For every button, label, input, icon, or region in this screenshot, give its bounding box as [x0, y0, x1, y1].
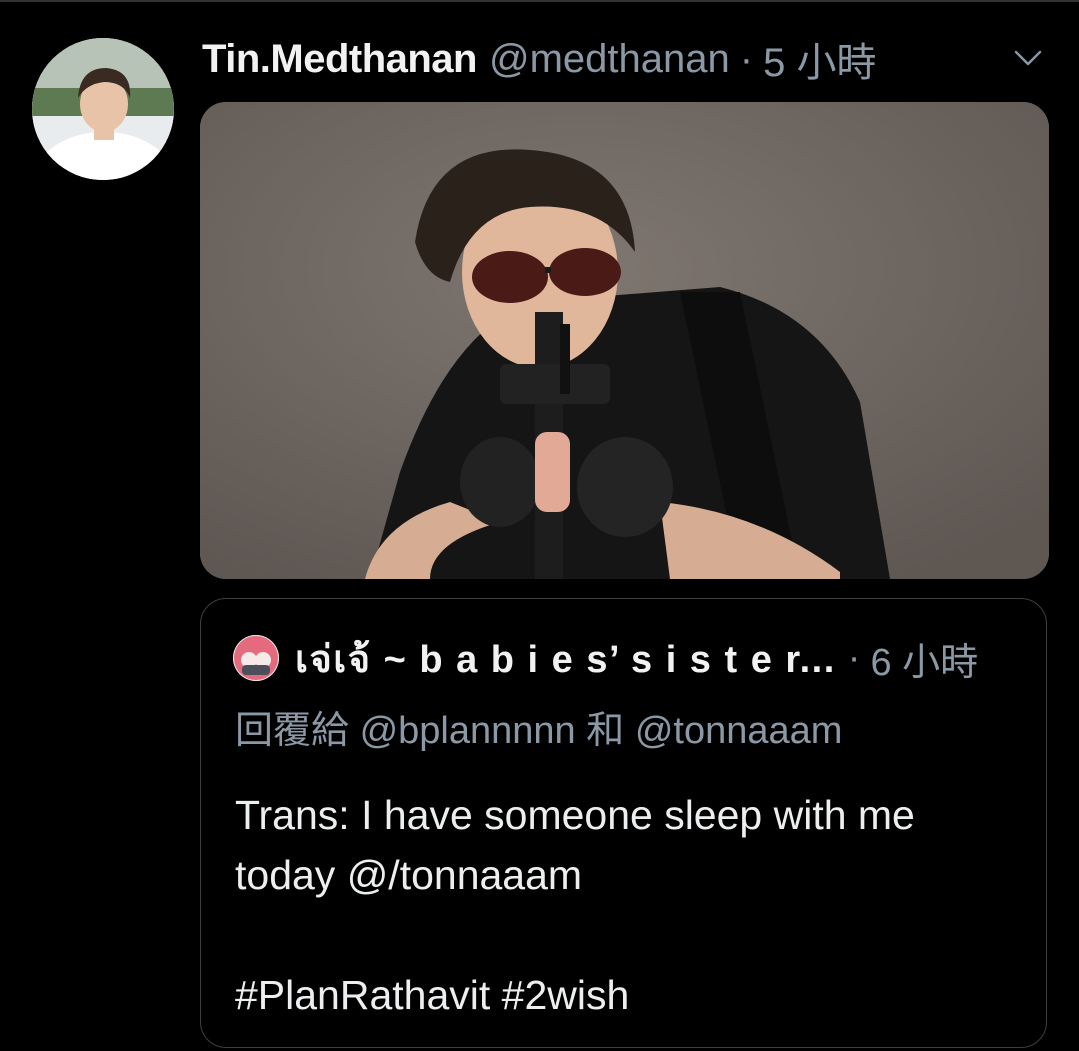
tweet-menu-button[interactable] [1008, 40, 1048, 76]
top-divider [0, 0, 1079, 2]
quoted-author-display-name[interactable]: เจ่เจ้ ~ b a b i e s’ s i s t e r... [295, 628, 836, 689]
tweet-timestamp[interactable]: 5 小時 [763, 30, 876, 88]
tweet-header: Tin.Medthanan @medthanan · 5 小時 [202, 34, 876, 86]
quoted-tweet-text: Trans: I have someone sleep with me toda… [235, 792, 915, 898]
author-display-name[interactable]: Tin.Medthanan [202, 37, 477, 82]
quoted-tweet-card[interactable]: เจ่เจ้ ~ b a b i e s’ s i s t e r... · 6… [200, 598, 1047, 1048]
author-avatar[interactable] [32, 38, 174, 180]
separator-dot: · [739, 36, 754, 81]
reply-user-1[interactable]: @bplannnnn [360, 710, 576, 752]
quoted-tweet-hashtags[interactable]: #PlanRathavit #2wish [235, 965, 629, 1025]
quoted-author-avatar[interactable] [233, 635, 279, 681]
reply-user-2[interactable]: @tonnaaam [635, 710, 843, 752]
reply-prefix: 回覆給 [235, 710, 350, 752]
tweet-media-image[interactable] [200, 102, 1049, 579]
author-handle[interactable]: @medthanan [489, 37, 730, 82]
quoted-avatar-photo [233, 635, 279, 681]
author-avatar-photo [32, 38, 174, 180]
chevron-down-icon [1014, 50, 1042, 66]
reply-context: 回覆給 @bplannnnn 和 @tonnaaam [235, 699, 842, 754]
quoted-separator-dot: · [847, 636, 861, 679]
quoted-tweet-timestamp[interactable]: 6 小時 [870, 631, 978, 686]
photo-icon [200, 102, 1049, 579]
reply-joiner: 和 [586, 710, 625, 752]
quoted-tweet-header: เจ่เจ้ ~ b a b i e s’ s i s t e r... · 6… [233, 631, 978, 686]
